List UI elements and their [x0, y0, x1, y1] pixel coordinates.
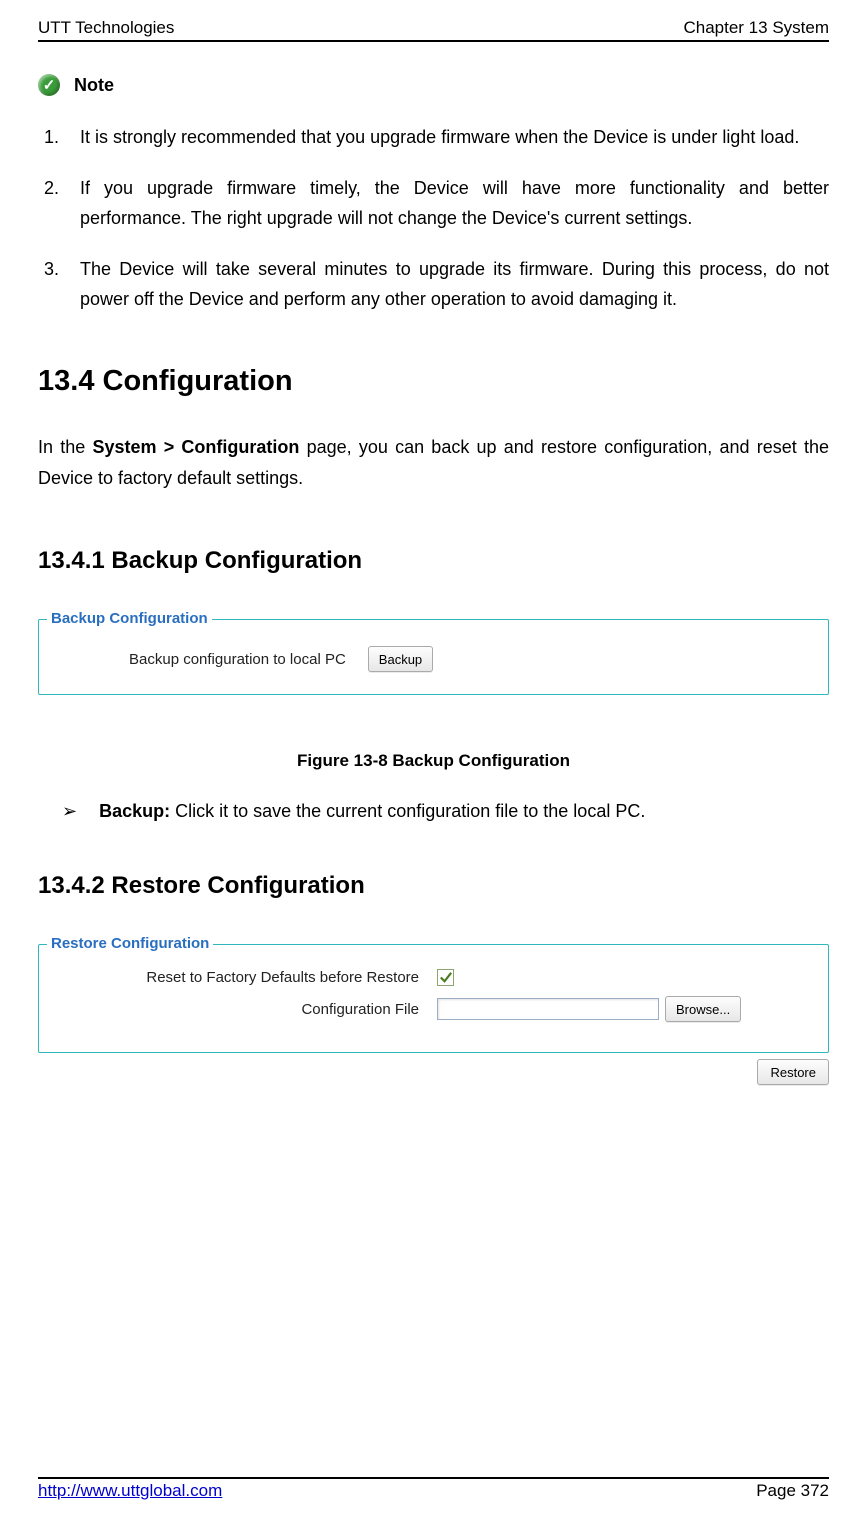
note-list: It is strongly recommended that you upgr… [38, 122, 829, 315]
footer-page-number: Page 372 [756, 1481, 829, 1501]
restore-configuration-panel: Restore Configuration Reset to Factory D… [38, 944, 829, 1053]
para-text: In the [38, 437, 92, 457]
check-circle-icon: ✓ [38, 74, 60, 96]
bullet-bold: Backup: [99, 801, 170, 821]
section-heading-configuration: 13.4 Configuration [38, 365, 829, 398]
header-right: Chapter 13 System [683, 18, 829, 38]
footer-link[interactable]: http://www.uttglobal.com [38, 1481, 222, 1501]
section-heading-backup: 13.4.1 Backup Configuration [38, 547, 829, 575]
section-heading-restore: 13.4.2 Restore Configuration [38, 872, 829, 900]
backup-description-label: Backup configuration to local PC [129, 651, 346, 668]
button-label: Backup [379, 652, 422, 667]
reset-defaults-label: Reset to Factory Defaults before Restore [89, 969, 437, 986]
header-left: UTT Technologies [38, 18, 174, 38]
button-label: Restore [770, 1065, 816, 1080]
para-bold: System > Configuration [92, 437, 299, 457]
panel-legend: Restore Configuration [47, 935, 213, 952]
backup-button[interactable]: Backup [368, 646, 433, 672]
panel-legend: Backup Configuration [47, 610, 212, 627]
configuration-file-label: Configuration File [89, 1001, 437, 1018]
button-label: Browse... [676, 1002, 730, 1017]
chevron-right-icon: ➢ [62, 801, 77, 822]
backup-configuration-panel: Backup Configuration Backup configuratio… [38, 619, 829, 695]
bullet-item: ➢ Backup: Click it to save the current c… [62, 801, 829, 822]
section-intro-paragraph: In the System > Configuration page, you … [38, 432, 829, 493]
list-item: If you upgrade firmware timely, the Devi… [64, 173, 829, 234]
figure-caption: Figure 13-8 Backup Configuration [38, 751, 829, 771]
note-label: Note [74, 75, 114, 96]
bullet-text: Click it to save the current configurati… [170, 801, 645, 821]
list-item: It is strongly recommended that you upgr… [64, 122, 829, 153]
browse-button[interactable]: Browse... [665, 996, 741, 1022]
configuration-file-input[interactable] [437, 998, 659, 1020]
reset-defaults-checkbox[interactable] [437, 969, 454, 986]
restore-button[interactable]: Restore [757, 1059, 829, 1085]
list-item: The Device will take several minutes to … [64, 254, 829, 315]
